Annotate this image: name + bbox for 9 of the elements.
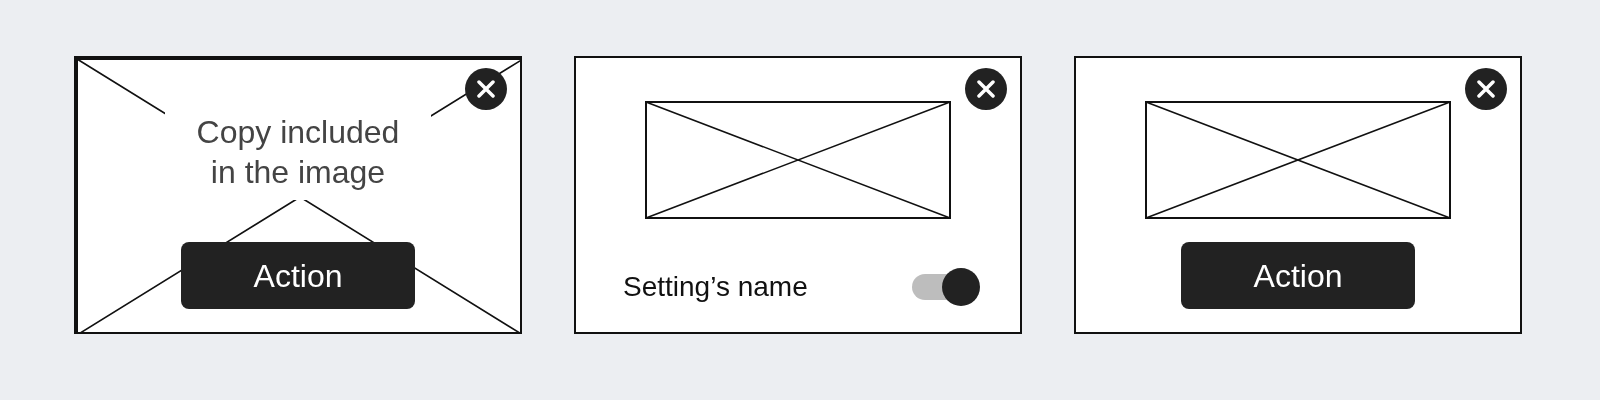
close-button[interactable] [965,68,1007,110]
close-icon [477,80,495,98]
close-icon [977,80,995,98]
close-icon [1477,80,1495,98]
action-button[interactable]: Action [181,242,415,309]
setting-label: Setting’s name [623,270,808,304]
toggle-switch[interactable] [910,268,980,306]
action-button[interactable]: Action [1181,242,1415,309]
close-button[interactable] [1465,68,1507,110]
